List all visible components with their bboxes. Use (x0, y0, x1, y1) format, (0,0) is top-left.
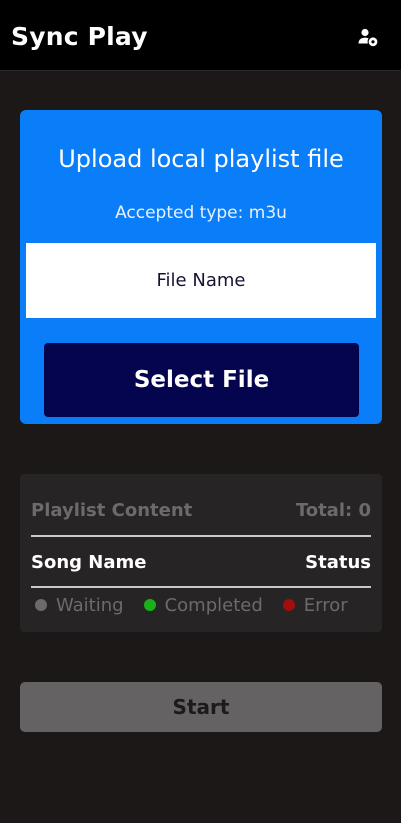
start-button[interactable]: Start (20, 682, 382, 732)
legend-item-error: Error (282, 594, 348, 616)
upload-heading: Upload local playlist file (58, 145, 344, 173)
status-legend: Waiting Completed Error (35, 591, 368, 619)
playlist-total: Total: 0 (295, 499, 371, 521)
status-column-header: Status (305, 551, 371, 573)
user-settings-icon (358, 28, 378, 47)
upload-playlist-card: Upload local playlist file Accepted type… (20, 110, 382, 424)
top-app-bar: Sync Play (0, 0, 401, 71)
divider (31, 535, 371, 537)
file-name-field: File Name (26, 243, 376, 318)
legend-label: Completed (164, 594, 263, 616)
select-file-button[interactable]: Select File (44, 343, 359, 417)
song-name-column-header: Song Name (31, 551, 147, 573)
divider (31, 586, 371, 588)
playlist-content-panel: Playlist Content Total: 0 Song Name Stat… (20, 474, 382, 632)
legend-item-waiting: Waiting (35, 595, 124, 616)
legend-item-completed: Completed (143, 594, 263, 616)
error-status-dot-icon (282, 599, 295, 611)
playlist-header-row: Playlist Content Total: 0 (31, 495, 371, 525)
legend-label: Waiting (56, 594, 124, 616)
account-settings-button[interactable] (357, 26, 379, 48)
playlist-title: Playlist Content (31, 499, 193, 521)
app-screen: Sync Play Upload local playlist file Acc… (0, 0, 401, 823)
table-header-row: Song Name Status (31, 547, 371, 577)
accepted-type-text: Accepted type: m3u (115, 203, 287, 223)
completed-status-dot-icon (143, 599, 156, 611)
app-title: Sync Play (11, 22, 148, 51)
waiting-status-dot-icon (35, 599, 47, 611)
legend-label: Error (303, 594, 348, 616)
